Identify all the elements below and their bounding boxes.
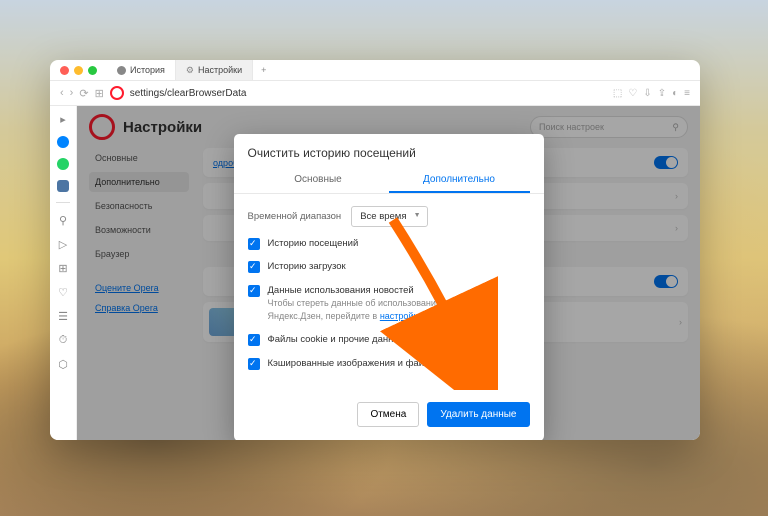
tab-history[interactable]: История [107, 60, 176, 80]
camera-icon[interactable]: ⬚ [613, 88, 622, 99]
checkbox-label: Историю загрузок [268, 260, 346, 273]
download-icon[interactable]: ⇩ [643, 88, 651, 99]
checkbox[interactable] [248, 238, 260, 250]
tab-label: История [130, 65, 165, 75]
whatsapp-icon[interactable] [57, 158, 69, 170]
page-content: Настройки Поиск настроек ⚲ Основные Допо… [77, 106, 700, 440]
tab-settings[interactable]: ⚙ Настройки [176, 60, 253, 80]
news-icon[interactable]: ☰ [56, 309, 70, 323]
checkbox-row[interactable]: Историю загрузок [248, 260, 530, 273]
checkbox-row[interactable]: Файлы cookie и прочие данные сайтов [248, 333, 530, 346]
url-field[interactable]: settings/clearBrowserData [130, 88, 607, 99]
back-button[interactable]: ‹ [60, 87, 64, 99]
dialog-title: Очистить историю посещений [234, 134, 544, 168]
share-icon[interactable]: ⇪ [658, 88, 666, 99]
minimize-window-button[interactable] [74, 66, 83, 75]
tab-label: Настройки [198, 65, 242, 75]
heart-icon[interactable]: ♡ [628, 88, 637, 99]
play-icon[interactable]: ▷ [56, 237, 70, 251]
expand-icon[interactable]: ▸ [56, 112, 70, 126]
checkbox[interactable] [248, 261, 260, 273]
vk-icon[interactable] [57, 180, 69, 192]
yandex-settings-link[interactable]: настройки Яндекс.Дзен [380, 311, 478, 321]
reload-button[interactable]: ⟳ [79, 87, 88, 100]
checkbox-row[interactable]: Кэшированные изображения и файлы [248, 357, 530, 370]
address-bar: ‹ › ⟳ ⊞ settings/clearBrowserData ⬚ ♡ ⇩ … [50, 81, 700, 106]
time-range-label: Временной диапазон [248, 211, 342, 222]
speed-dial-icon[interactable]: ⊞ [56, 261, 70, 275]
cancel-button[interactable]: Отмена [357, 402, 419, 427]
bookmarks-icon[interactable]: ♡ [56, 285, 70, 299]
forward-button[interactable]: › [70, 87, 74, 99]
menu-icon[interactable]: ≡ [684, 88, 690, 99]
checkbox[interactable] [248, 358, 260, 370]
messenger-icon[interactable] [57, 136, 69, 148]
sidebar: ▸ ⚲ ▷ ⊞ ♡ ☰ ⏱ ⬡ [50, 106, 77, 440]
checkbox-row[interactable]: Данные использования новостей Чтобы стер… [248, 284, 530, 324]
toggle-icon[interactable]: ◐ [672, 88, 678, 99]
time-range-select[interactable]: Все время [351, 206, 427, 227]
extensions-icon[interactable]: ⬡ [56, 357, 70, 371]
dialog-tab-basic[interactable]: Основные [248, 168, 389, 193]
checkbox[interactable] [248, 334, 260, 346]
gear-icon: ⚙ [186, 65, 194, 76]
delete-data-button[interactable]: Удалить данные [427, 402, 529, 427]
grid-icon[interactable]: ⊞ [95, 87, 104, 100]
dialog-tab-advanced[interactable]: Дополнительно [389, 168, 530, 193]
history-icon[interactable]: ⏱ [56, 333, 70, 347]
checkbox-label: Файлы cookie и прочие данные сайтов [268, 333, 439, 346]
clear-data-dialog: Очистить историю посещений Основные Допо… [234, 134, 544, 440]
maximize-window-button[interactable] [88, 66, 97, 75]
checkbox-label: Историю посещений [268, 237, 359, 250]
globe-icon [117, 66, 126, 75]
traffic-lights [60, 66, 97, 75]
browser-window: История ⚙ Настройки + ‹ › ⟳ ⊞ settings/c… [50, 60, 700, 440]
titlebar: История ⚙ Настройки + [50, 60, 700, 81]
checkbox-label: Данные использования новостей [268, 284, 530, 297]
checkbox-row[interactable]: Историю посещений [248, 237, 530, 250]
new-tab-button[interactable]: + [253, 65, 274, 75]
checkbox[interactable] [248, 285, 260, 297]
search-icon[interactable]: ⚲ [56, 213, 70, 227]
close-window-button[interactable] [60, 66, 69, 75]
opera-icon [110, 86, 124, 100]
checkbox-label: Кэшированные изображения и файлы [268, 357, 437, 370]
modal-overlay: Очистить историю посещений Основные Допо… [77, 106, 700, 440]
